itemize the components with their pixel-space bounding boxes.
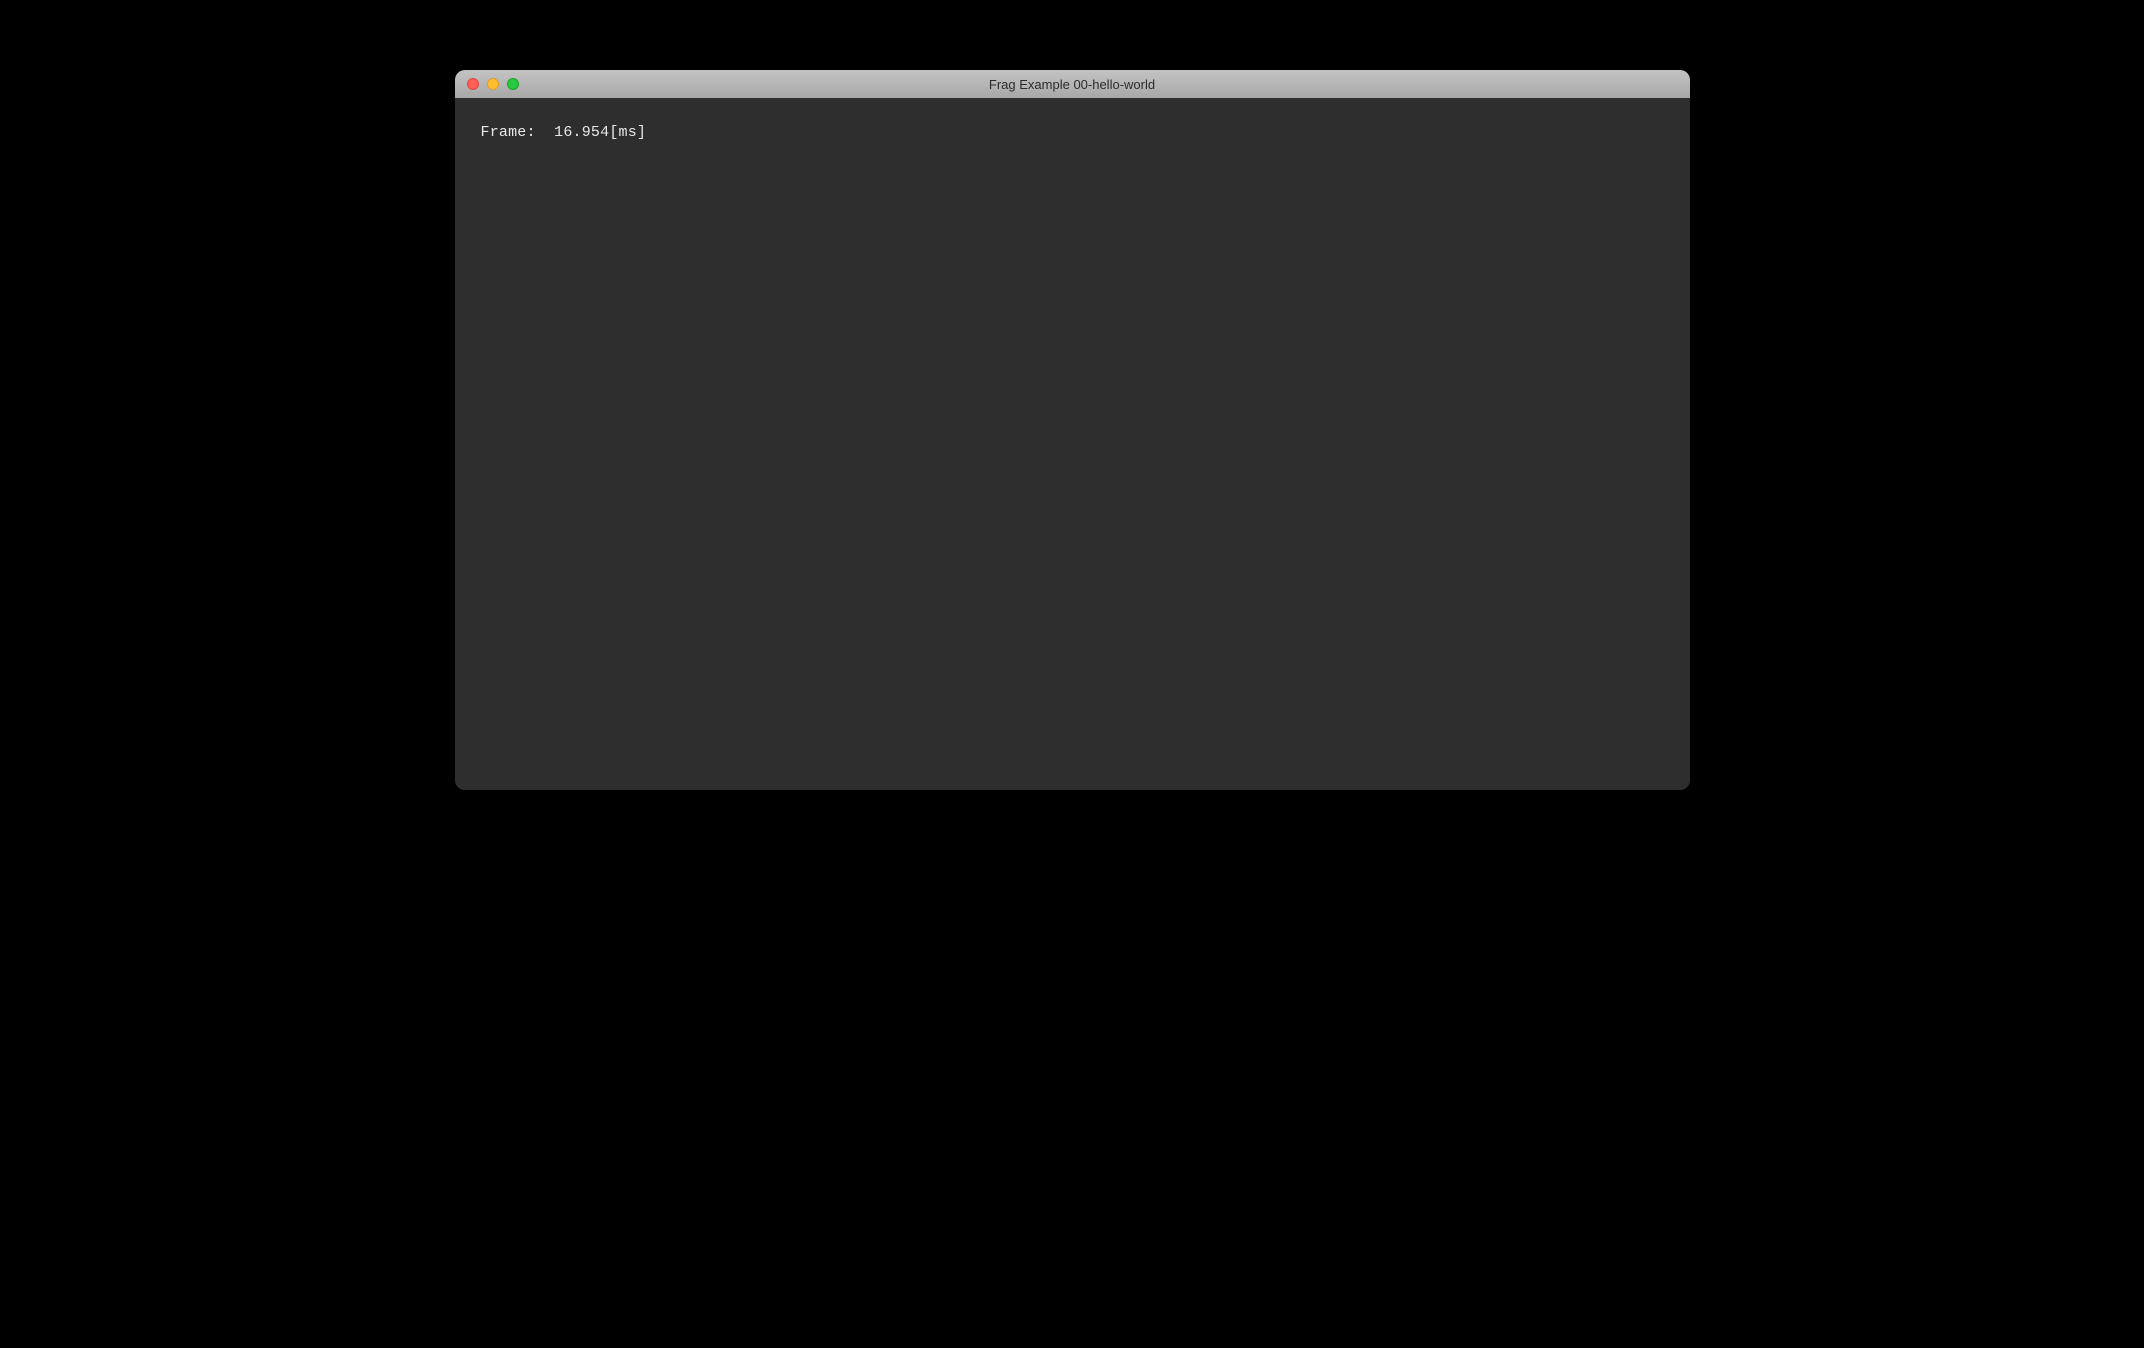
- window-title: Frag Example 00-hello-world: [455, 77, 1690, 92]
- close-icon[interactable]: [467, 78, 479, 90]
- maximize-icon[interactable]: [507, 78, 519, 90]
- title-bar[interactable]: Frag Example 00-hello-world: [455, 70, 1690, 98]
- traffic-lights: [455, 78, 519, 90]
- app-window: Frag Example 00-hello-world Frame: 16.95…: [455, 70, 1690, 790]
- window-content: Frame: 16.954[ms]: [455, 98, 1690, 790]
- frame-info-text: Frame: 16.954[ms]: [481, 124, 647, 141]
- minimize-icon[interactable]: [487, 78, 499, 90]
